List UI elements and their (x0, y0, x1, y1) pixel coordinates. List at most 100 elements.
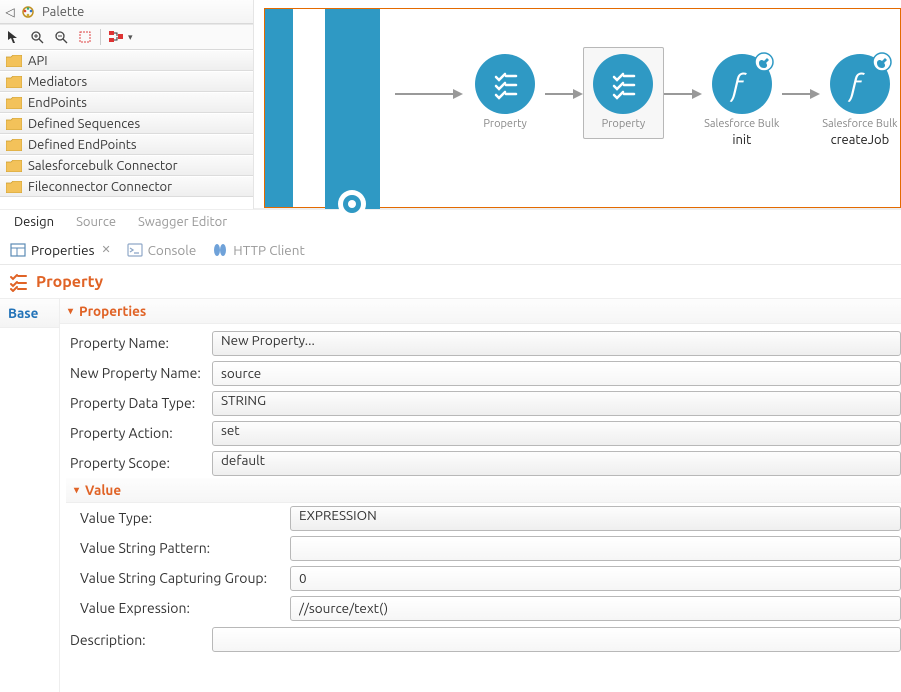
node-property-2[interactable]: Property (583, 47, 664, 139)
label-value-expression: Value Expression: (60, 600, 290, 616)
view-tab-properties[interactable]: Properties ✕ (8, 238, 113, 262)
label-property-action: Property Action: (60, 425, 212, 441)
node-label: Property (483, 118, 526, 130)
property-icon (475, 54, 535, 114)
palette-item-salesforcebulk-connector[interactable]: Salesforcebulk Connector (0, 155, 253, 176)
dropdown-caret-icon[interactable]: ▾ (128, 32, 133, 43)
palette-item-label: Salesforcebulk Connector (28, 159, 178, 173)
canvas-left-strip (265, 9, 293, 207)
label-new-property-name: New Property Name: (60, 365, 212, 381)
editor-tabs: Design Source Swagger Editor (0, 209, 901, 231)
zoom-out-icon[interactable] (52, 28, 70, 46)
property-panel-header: Property (0, 265, 901, 299)
folder-icon (6, 118, 22, 130)
property-header-icon (8, 272, 28, 292)
folder-icon (6, 139, 22, 151)
views-bar: Properties ✕ Console HTTP Client (0, 235, 901, 265)
node-connector-createjob[interactable]: f Salesforce Bulk createJob (820, 54, 900, 147)
palette-panel: ◁ Palette ▾ API Mediators EndPoints Defi… (0, 0, 254, 209)
svg-text:f: f (847, 68, 865, 102)
flow-arrow-icon (664, 74, 702, 114)
palette-item-label: Mediators (28, 75, 87, 89)
folder-icon (6, 160, 22, 172)
palette-title-text: Palette (42, 5, 84, 19)
folder-icon (6, 181, 22, 193)
properties-view-icon (10, 242, 26, 258)
property-form: ▾Properties Property Name:New Property..… (60, 299, 901, 692)
close-icon[interactable]: ✕ (101, 243, 110, 256)
view-tab-console[interactable]: Console (125, 238, 199, 262)
section-title: Properties (79, 303, 146, 319)
palette-item-defined-endpoints[interactable]: Defined EndPoints (0, 134, 253, 155)
palette-icon (20, 4, 36, 20)
folder-icon (6, 76, 22, 88)
property-panel-title: Property (36, 273, 103, 291)
collapse-caret-icon: ▾ (68, 305, 73, 317)
node-connector-init[interactable]: f Salesforce Bulk init (702, 54, 782, 147)
dropdown-property-name[interactable]: New Property... (212, 331, 901, 356)
label-description: Description: (60, 632, 212, 648)
zoom-in-icon[interactable] (28, 28, 46, 46)
section-properties[interactable]: ▾ Properties (60, 299, 901, 324)
label-value-string-capturing-group: Value String Capturing Group: (60, 570, 290, 586)
label-value-string-pattern: Value String Pattern: (60, 540, 290, 556)
canvas-panel[interactable]: Property Property f (254, 0, 901, 209)
node-operation-name: createJob (831, 133, 890, 147)
palette-title-bar: ◁ Palette (0, 0, 253, 24)
flow-arrow-icon (545, 74, 583, 114)
node-property-1[interactable]: Property (465, 54, 545, 130)
tab-design[interactable]: Design (10, 213, 58, 231)
palette-item-api[interactable]: API (0, 50, 253, 71)
dropdown-property-data-type[interactable]: STRING (212, 391, 901, 416)
layout-tool-icon[interactable] (107, 28, 125, 46)
palette-item-mediators[interactable]: Mediators (0, 71, 253, 92)
palette-item-label: EndPoints (28, 96, 87, 110)
input-value-string-capturing-group[interactable] (290, 566, 901, 591)
marquee-tool-icon[interactable] (76, 28, 94, 46)
node-label: Property (602, 118, 645, 130)
palette-toolbar: ▾ (0, 24, 253, 50)
node-connector-name: Salesforce Bulk (704, 118, 779, 130)
palette-item-endpoints[interactable]: EndPoints (0, 92, 253, 113)
flow-arrow-icon (782, 74, 820, 114)
palette-list: API Mediators EndPoints Defined Sequence… (0, 50, 253, 209)
toolbar-separator (100, 29, 101, 45)
side-tab-base[interactable]: Base (0, 299, 59, 328)
view-tab-label: HTTP Client (233, 242, 304, 258)
svg-text:f: f (729, 68, 747, 102)
collapse-caret-icon: ▾ (74, 484, 79, 496)
property-side-tabs: Base (0, 299, 60, 692)
input-new-property-name[interactable] (212, 361, 901, 386)
label-property-scope: Property Scope: (60, 455, 212, 471)
node-connector-name: Salesforce Bulk (822, 118, 897, 130)
node-row: Property Property f (395, 54, 900, 147)
label-value-type: Value Type: (60, 510, 290, 526)
view-tab-label: Properties (31, 242, 94, 258)
gear-icon (332, 179, 372, 219)
view-tab-http-client[interactable]: HTTP Client (210, 238, 306, 262)
dropdown-value-type[interactable]: EXPRESSION (290, 506, 901, 531)
dropdown-property-scope[interactable]: default (212, 451, 901, 476)
pointer-tool-icon[interactable] (4, 28, 22, 46)
view-tab-label: Console (148, 242, 197, 258)
folder-icon (6, 97, 22, 109)
palette-back-icon[interactable]: ◁ (4, 5, 16, 19)
label-property-data-type: Property Data Type: (60, 395, 212, 411)
section-title: Value (85, 482, 121, 498)
console-view-icon (127, 242, 143, 258)
property-icon (593, 54, 653, 114)
palette-item-fileconnector-connector[interactable]: Fileconnector Connector (0, 176, 253, 197)
palette-item-label: Fileconnector Connector (28, 180, 172, 194)
palette-item-label: Defined Sequences (28, 117, 140, 131)
palette-item-defined-sequences[interactable]: Defined Sequences (0, 113, 253, 134)
section-value[interactable]: ▾ Value (66, 478, 901, 503)
connector-icon: f (830, 54, 890, 114)
dropdown-property-action[interactable]: set (212, 421, 901, 446)
input-value-expression[interactable] (290, 596, 901, 621)
input-value-string-pattern[interactable] (290, 536, 901, 561)
palette-item-label: Defined EndPoints (28, 138, 137, 152)
input-description[interactable] (212, 627, 901, 652)
flow-arrow-icon (395, 74, 465, 114)
tab-source[interactable]: Source (72, 213, 120, 231)
tab-swagger-editor[interactable]: Swagger Editor (134, 213, 231, 231)
